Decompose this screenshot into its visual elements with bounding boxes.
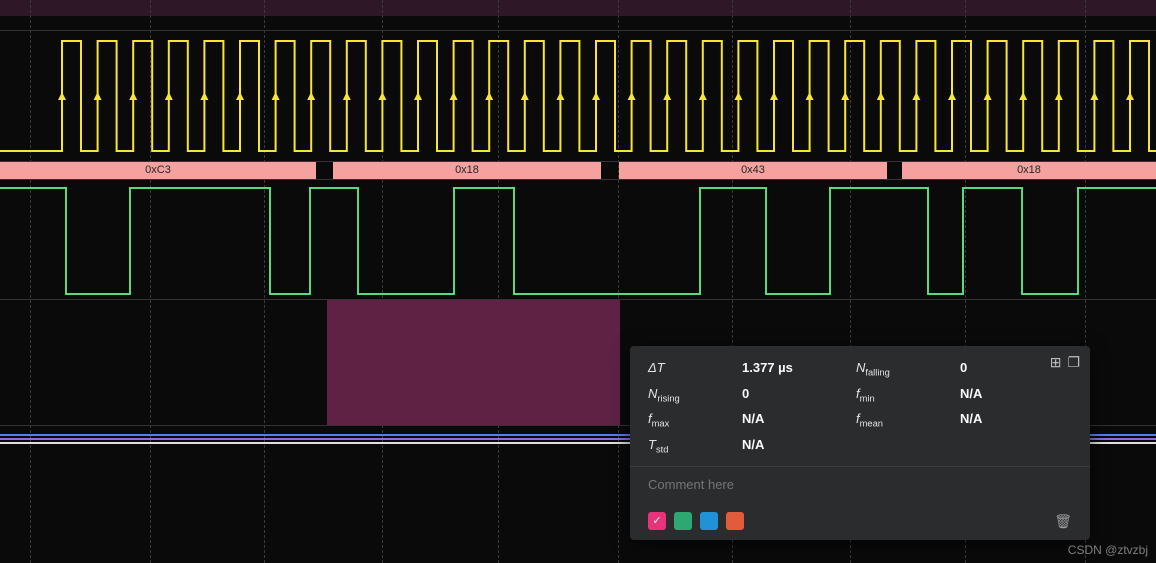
grid-icon[interactable]: ⊞ <box>1050 354 1062 371</box>
color-swatch-blue[interactable] <box>700 512 718 530</box>
comment-input[interactable] <box>648 477 1072 497</box>
signal-waveform <box>0 180 1156 300</box>
color-swatch-orange[interactable] <box>726 512 744 530</box>
decode-label[interactable]: 0x18 <box>333 162 601 180</box>
val-fmean: N/A <box>960 411 1020 429</box>
clock-waveform <box>0 31 1156 161</box>
lbl-delta-t: ΔT <box>648 360 718 378</box>
metrics-grid: ΔT 1.377 µs Nfalling 0 Nrising 0 fmin N/… <box>648 360 1072 454</box>
panel-icons: ⊞ ❐ <box>1050 354 1080 371</box>
trash-icon[interactable]: 🗑 <box>1054 513 1072 530</box>
val-fmin: N/A <box>960 386 1020 404</box>
val-delta-t: 1.377 µs <box>742 360 832 378</box>
decode-label[interactable]: 0xC3 <box>0 162 316 180</box>
lbl-fmin: fmin <box>856 386 936 404</box>
time-selection[interactable] <box>327 300 620 425</box>
decode-row: 0xC3 0x18 0x43 0x18 <box>0 161 1156 179</box>
val-nrising: 0 <box>742 386 832 404</box>
signal-row[interactable] <box>0 179 1156 299</box>
decode-label[interactable]: 0x18 <box>902 162 1156 180</box>
val-fmax: N/A <box>742 411 832 429</box>
decode-label[interactable]: 0x43 <box>619 162 887 180</box>
panel-footer: 🗑 <box>648 512 1072 530</box>
copy-icon[interactable]: ❐ <box>1067 354 1080 371</box>
lbl-nfalling: Nfalling <box>856 360 936 378</box>
lbl-fmean: fmean <box>856 411 936 429</box>
color-swatch-green[interactable] <box>674 512 692 530</box>
val-tstd: N/A <box>742 437 832 455</box>
clock-row[interactable] <box>0 30 1156 160</box>
val-nfalling: 0 <box>960 360 1020 378</box>
lbl-tstd: Tstd <box>648 437 718 455</box>
lbl-fmax: fmax <box>648 411 718 429</box>
watermark: CSDN @ztvzbj <box>1068 543 1148 557</box>
color-swatch-pink[interactable] <box>648 512 666 530</box>
lbl-nrising: Nrising <box>648 386 718 404</box>
measurement-panel[interactable]: ⊞ ❐ ΔT 1.377 µs Nfalling 0 Nrising 0 fmi… <box>630 346 1090 540</box>
